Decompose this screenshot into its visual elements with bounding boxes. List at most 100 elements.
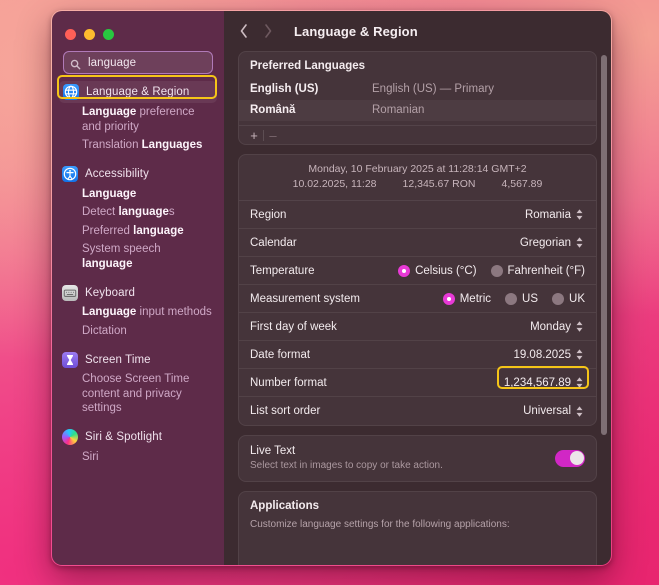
radio-dot-selected: [442, 292, 455, 305]
row-label: Measurement system: [250, 292, 360, 305]
list-sort-value: Universal: [523, 405, 571, 417]
radio-label: Metric: [459, 292, 492, 305]
screen-time-icon: [62, 351, 78, 368]
preferred-languages-card: Preferred Languages English (US) English…: [238, 51, 597, 145]
row-measurement-system: Measurement system Metric US UK: [239, 285, 596, 313]
detail-pane: Language & Region Preferred Languages En…: [224, 11, 611, 565]
region-popup-button[interactable]: Romania: [521, 207, 585, 223]
zoom-button[interactable]: [103, 29, 114, 40]
radio-dot: [552, 292, 565, 305]
preferred-languages-title: Preferred Languages: [250, 60, 366, 72]
minimize-button[interactable]: [84, 29, 95, 40]
radio-dot-selected: [398, 264, 411, 277]
table-row[interactable]: Română Romanian: [239, 100, 596, 121]
close-button[interactable]: [65, 29, 76, 40]
radio-label: Fahrenheit (°F): [507, 264, 585, 277]
row-label: First day of week: [250, 320, 337, 333]
sidebar-subitem-dictation[interactable]: Dictation: [52, 322, 224, 341]
sidebar-subitem-detect-languages[interactable]: Detect languages: [52, 203, 224, 222]
chevron-up-down-icon: [576, 377, 583, 388]
row-label: Region: [250, 208, 287, 221]
row-date-format: Date format 19.08.2025: [239, 341, 596, 369]
sidebar-subitem-language-input-methods[interactable]: Language input methods: [52, 303, 224, 322]
sidebar-item-screen-time[interactable]: Screen Time: [52, 349, 224, 370]
radio-uk[interactable]: UK: [552, 292, 585, 305]
search-results: Language & Region Language preference and…: [52, 74, 224, 466]
applications-list[interactable]: [239, 538, 596, 565]
add-language-button[interactable]: +: [245, 129, 263, 142]
sidebar-subitem-language[interactable]: Language: [52, 185, 224, 204]
live-text-row: Live Text Select text in images to copy …: [239, 436, 596, 481]
radio-label: UK: [569, 292, 585, 305]
row-region: Region Romania: [239, 201, 596, 229]
search-icon: [70, 57, 81, 70]
sidebar-item-siri-spotlight[interactable]: Siri & Spotlight: [52, 427, 224, 448]
row-label: Date format: [250, 348, 311, 361]
applications-subtitle: Customize language settings for the foll…: [250, 519, 510, 530]
language-add-remove-bar: + –: [239, 125, 596, 144]
table-row[interactable]: English (US) English (US) — Primary: [239, 79, 596, 100]
sidebar-item-keyboard[interactable]: Keyboard: [52, 282, 224, 303]
live-text-title: Live Text: [250, 445, 296, 457]
chevron-up-down-icon: [576, 405, 583, 417]
sidebar-subitem-translation-languages[interactable]: Translation Languages: [52, 136, 224, 155]
preview-short-date: 10.02.2025, 11:28: [292, 178, 377, 190]
language-desc: Romanian: [372, 104, 425, 116]
live-text-subtitle: Select text in images to copy or take ac…: [250, 460, 443, 471]
calendar-value: Gregorian: [519, 236, 571, 249]
radio-label: US: [522, 292, 539, 305]
sidebar-subitem-language-preference[interactable]: Language preference and priority: [52, 103, 224, 136]
vertical-scrollbar[interactable]: [601, 55, 607, 550]
row-label: List sort order: [250, 405, 321, 417]
back-button[interactable]: [232, 18, 256, 44]
keyboard-icon: [62, 284, 78, 301]
accessibility-icon: [62, 166, 78, 182]
sidebar-subitem-system-speech-language[interactable]: System speech language: [52, 240, 224, 273]
remove-language-button[interactable]: –: [264, 129, 282, 142]
preferred-languages-table: English (US) English (US) — Primary Româ…: [239, 79, 596, 121]
live-text-card: Live Text Select text in images to copy …: [238, 435, 597, 482]
preview-number: 4,567.89: [501, 178, 543, 190]
settings-window: Language & Region Language preferenceand…: [51, 10, 612, 566]
row-control: 19.08.2025: [509, 347, 585, 363]
radio-us[interactable]: US: [505, 292, 539, 305]
forward-button[interactable]: [256, 18, 280, 44]
language-name: English (US): [250, 83, 319, 95]
calendar-popup-button[interactable]: Gregorian: [516, 235, 585, 251]
sidebar-subitem-preferred-language[interactable]: Preferred language: [52, 222, 224, 241]
sidebar-item-accessibility[interactable]: Accessibility: [52, 164, 224, 185]
row-first-day-of-week: First day of week Monday: [239, 313, 596, 341]
sidebar-item-label: Screen Time: [85, 353, 151, 366]
number-format-popup-button[interactable]: 1,234,567.89: [500, 375, 585, 391]
scrollbar-thumb[interactable]: [601, 55, 607, 435]
settings-scroll-area[interactable]: Preferred Languages English (US) English…: [224, 51, 611, 565]
sidebar-item-label: Language & Region: [86, 86, 190, 98]
first-day-popup-button[interactable]: Monday: [526, 319, 585, 335]
sidebar-subitem-screen-time-content[interactable]: Choose Screen Time content and privacy set…: [52, 370, 224, 418]
date-format-popup-button[interactable]: 19.08.2025: [509, 347, 585, 363]
row-control: 1,234,567.89: [500, 375, 585, 391]
row-control: Universal: [519, 403, 585, 419]
row-temperature: Temperature Celsius (°C) Fahrenheit (°F): [239, 257, 596, 285]
temperature-radio-group: Celsius (°C) Fahrenheit (°F): [398, 264, 585, 277]
search-input[interactable]: [81, 56, 242, 69]
first-day-value: Monday: [530, 320, 571, 333]
row-control: Romania: [521, 207, 585, 223]
row-calendar: Calendar Gregorian: [239, 229, 596, 257]
live-text-toggle[interactable]: [555, 449, 585, 467]
detail-titlebar: Language & Region: [224, 11, 611, 51]
search-field[interactable]: [63, 51, 254, 74]
radio-fahrenheit[interactable]: Fahrenheit (°F): [490, 264, 585, 277]
row-label: Temperature: [250, 264, 315, 277]
list-sort-popup-button[interactable]: Universal: [519, 403, 585, 419]
language-name: Română: [250, 104, 296, 116]
sidebar-item-language-region[interactable]: Language & Region: [59, 81, 217, 103]
sidebar-item-label: Siri & Spotlight: [85, 431, 163, 443]
radio-label: Celsius (°C): [415, 264, 477, 277]
language-desc: English (US) — Primary: [372, 83, 495, 95]
measurement-radio-group: Metric US UK: [442, 292, 585, 305]
sidebar-subitem-siri[interactable]: Siri: [52, 448, 224, 467]
radio-metric[interactable]: Metric: [442, 292, 492, 305]
search-container: [52, 40, 254, 74]
radio-celsius[interactable]: Celsius (°C): [398, 264, 477, 277]
